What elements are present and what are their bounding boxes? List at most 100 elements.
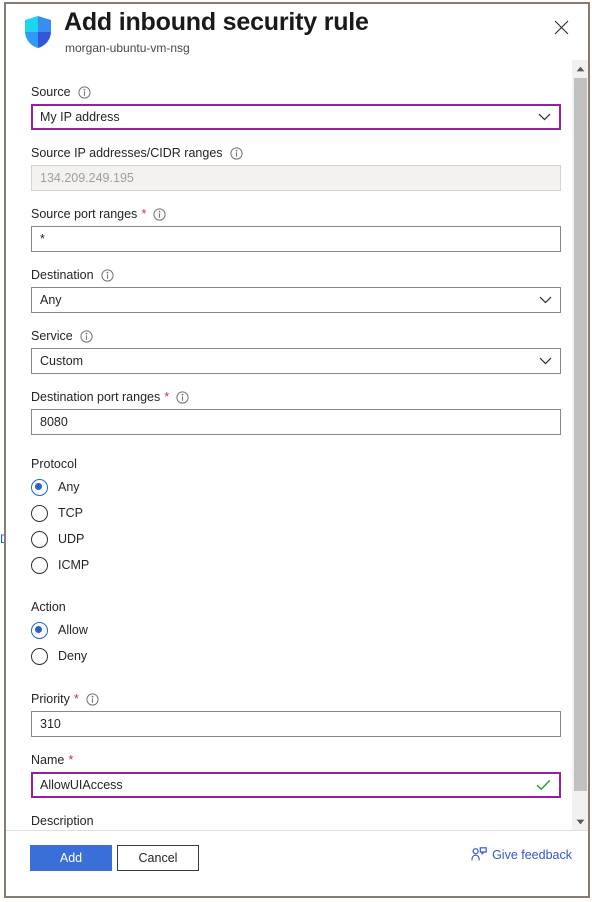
label-destination: Destination [31,267,542,283]
cancel-button[interactable]: Cancel [117,845,199,871]
field-destination-port-ranges: Destination port ranges * 8080 [6,389,568,435]
field-name: Name * AllowUIAccess [6,752,568,798]
required-asterisk: * [164,389,170,404]
field-source: Source My IP address [6,84,568,130]
action-radio-deny-label: Deny [58,649,88,663]
radio-unselected-icon [31,556,48,574]
dialog-body: Source My IP address Source IP addresses… [6,60,588,830]
source-dropdown-value: My IP address [40,110,120,124]
label-destination-text: Destination [31,268,94,282]
label-destination-port-ranges-text: Destination port ranges [31,390,161,404]
label-service-text: Service [31,329,73,343]
priority-input[interactable]: 310 [31,711,561,737]
info-icon[interactable] [176,390,189,404]
field-source-port-ranges: Source port ranges * * [6,206,568,252]
label-source-text: Source [31,85,71,99]
destination-port-ranges-value: 8080 [40,415,68,429]
label-destination-port-ranges: Destination port ranges * [31,389,542,405]
protocol-radio-any-label: Any [58,480,80,494]
chevron-down-icon [539,357,552,366]
label-name: Name * [31,752,542,768]
radio-unselected-icon [31,530,48,548]
name-input[interactable]: AllowUIAccess [31,772,561,798]
destination-dropdown[interactable]: Any [31,287,561,313]
protocol-radio-tcp[interactable]: TCP [31,500,542,526]
checkmark-icon [536,779,551,791]
label-source-port-ranges-text: Source port ranges [31,207,138,221]
service-dropdown-value: Custom [40,354,84,368]
protocol-radio-udp-label: UDP [58,532,85,546]
info-icon[interactable] [229,146,243,160]
required-asterisk: * [141,206,147,221]
protocol-radio-group: Any TCP UDP ICMP [31,474,542,578]
action-radio-allow-label: Allow [58,623,88,637]
chevron-down-icon [538,113,551,122]
service-dropdown[interactable]: Custom [31,348,561,374]
security-rule-form: Source My IP address Source IP addresses… [6,60,568,830]
label-service: Service [31,328,542,344]
source-dropdown[interactable]: My IP address [31,104,561,130]
label-name-text: Name [31,753,65,767]
give-feedback-link[interactable]: Give feedback [471,847,572,862]
action-radio-deny[interactable]: Deny [31,643,542,669]
label-source: Source [31,84,542,100]
radio-selected-icon [31,478,48,496]
scroll-down-arrow-icon[interactable] [572,813,588,830]
form-scrollbar[interactable] [571,60,588,830]
info-icon[interactable] [78,85,91,99]
radio-unselected-icon [31,504,48,522]
source-port-ranges-input[interactable]: * [31,226,561,252]
required-asterisk: * [73,691,79,706]
give-feedback-label: Give feedback [492,847,572,862]
info-icon[interactable] [153,207,166,221]
page-title: Add inbound security rule [64,8,369,36]
field-description: Description [6,813,568,830]
protocol-radio-icmp[interactable]: ICMP [31,552,542,578]
add-button[interactable]: Add [30,845,112,871]
add-inbound-security-rule-dialog: Add inbound security rule morgan-ubuntu-… [4,2,590,898]
label-priority-text: Priority [31,692,70,706]
dialog-footer: Add Cancel Give feedback [6,830,588,896]
scroll-up-arrow-icon[interactable] [572,60,588,77]
priority-value: 310 [40,717,61,731]
name-value: AllowUIAccess [40,778,123,792]
label-source-port-ranges: Source port ranges * [31,206,542,222]
source-port-ranges-value: * [40,232,45,246]
source-ip-value: 134.209.249.195 [40,171,134,185]
label-action: Action [31,600,66,614]
close-icon[interactable] [548,14,574,40]
field-destination: Destination Any [6,267,568,313]
info-icon[interactable] [80,329,93,343]
radio-selected-icon [31,621,48,639]
label-source-ip-text: Source IP addresses/CIDR ranges [31,146,223,160]
label-source-ip: Source IP addresses/CIDR ranges [31,145,542,161]
field-source-ip: Source IP addresses/CIDR ranges 134.209.… [6,145,568,191]
label-priority: Priority * [31,691,542,707]
scrollbar-thumb[interactable] [574,78,587,791]
label-description: Description [31,813,542,829]
protocol-radio-icmp-label: ICMP [58,558,90,572]
destination-dropdown-value: Any [40,293,62,307]
info-icon[interactable] [100,268,114,282]
field-action: Action Allow Deny [6,600,568,669]
required-asterisk: * [68,752,74,767]
field-protocol: Protocol Any TCP UDP ICMP [6,457,568,578]
protocol-radio-udp[interactable]: UDP [31,526,542,552]
source-ip-input: 134.209.249.195 [31,165,561,191]
label-protocol: Protocol [31,457,77,471]
action-radio-group: Allow Deny [31,617,542,669]
field-priority: Priority * 310 [6,691,568,737]
destination-port-ranges-input[interactable]: 8080 [31,409,561,435]
protocol-radio-any[interactable]: Any [31,474,542,500]
field-service: Service Custom [6,328,568,374]
feedback-person-icon [471,847,487,862]
protocol-radio-tcp-label: TCP [58,506,83,520]
action-radio-allow[interactable]: Allow [31,617,542,643]
chevron-down-icon [539,296,552,305]
info-icon[interactable] [86,692,99,706]
dialog-header: Add inbound security rule morgan-ubuntu-… [6,4,588,60]
dialog-subtitle: morgan-ubuntu-vm-nsg [65,41,190,55]
shield-icon [23,15,53,49]
label-description-text: Description [31,814,94,828]
radio-unselected-icon [31,647,48,665]
